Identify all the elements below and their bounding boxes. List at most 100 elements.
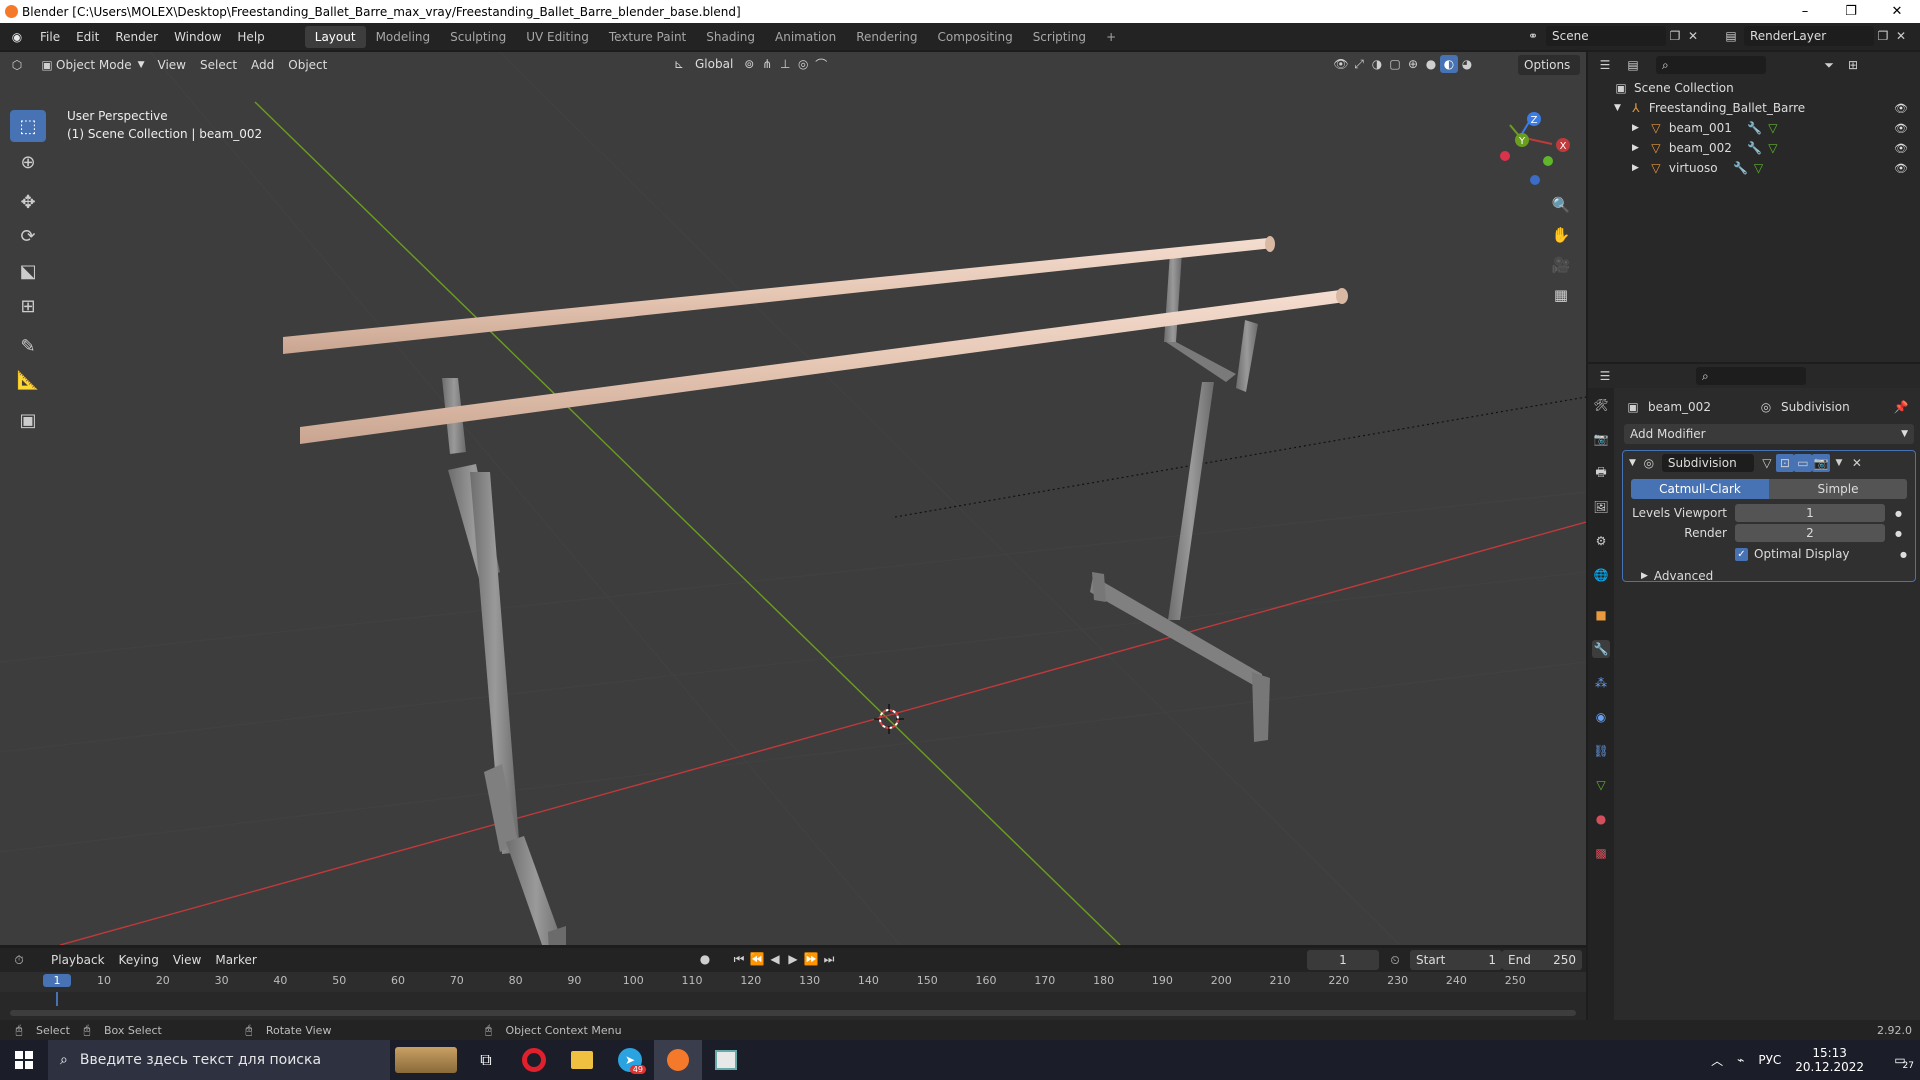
output-tab-icon[interactable]: 🖶 bbox=[1592, 464, 1610, 482]
snap-icon[interactable]: ⋔ bbox=[758, 55, 776, 73]
snap-increment-icon[interactable]: ⊥ bbox=[776, 55, 794, 73]
expand-arrow-icon[interactable]: ▶ bbox=[1632, 123, 1639, 133]
end-frame-field[interactable]: End 250 bbox=[1502, 950, 1582, 970]
jump-start-icon[interactable]: ⏮ bbox=[730, 950, 748, 968]
windows-start-button[interactable] bbox=[0, 1040, 48, 1080]
play-icon[interactable]: ▶ bbox=[784, 950, 802, 968]
simple-button[interactable]: Simple bbox=[1769, 479, 1907, 499]
timeline-scrollbar[interactable] bbox=[10, 1010, 1576, 1016]
task-view-icon[interactable]: ⧉ bbox=[462, 1040, 510, 1080]
keyframe-dot-icon[interactable]: ● bbox=[1895, 509, 1902, 518]
app-window-icon[interactable] bbox=[702, 1040, 750, 1080]
navigation-gizmo[interactable]: Z X Y bbox=[1500, 112, 1570, 185]
move-tool[interactable]: ✥ bbox=[10, 186, 46, 218]
tab-layout[interactable]: Layout bbox=[304, 25, 366, 48]
jump-end-icon[interactable]: ⏭ bbox=[820, 950, 838, 968]
gizmo-neg-z-icon[interactable] bbox=[1530, 175, 1540, 185]
cage-toggle-icon[interactable]: ⊡ bbox=[1775, 454, 1794, 472]
prev-keyframe-icon[interactable]: ⏪ bbox=[748, 950, 766, 968]
tab-modeling[interactable]: Modeling bbox=[366, 26, 441, 48]
eye-icon[interactable]: 👁 bbox=[1894, 102, 1908, 115]
view-layer-tab-icon[interactable]: 🖼 bbox=[1592, 498, 1610, 516]
outliner-scene-collection[interactable]: ▣ Scene Collection bbox=[1588, 78, 1920, 98]
file-explorer-icon[interactable] bbox=[558, 1040, 606, 1080]
zoom-icon[interactable]: 🔍 bbox=[1548, 192, 1574, 218]
display-mode-icon[interactable]: ▤ bbox=[1624, 56, 1642, 74]
timeline-menu-playback[interactable]: Playback bbox=[44, 951, 112, 969]
render-tab-icon[interactable]: 📷 bbox=[1592, 430, 1610, 448]
blender-taskbar-icon[interactable] bbox=[654, 1040, 702, 1080]
menu-edit[interactable]: Edit bbox=[68, 30, 107, 44]
outliner-object-row[interactable]: ▶ ▽ beam_002 🔧 ▽ 👁 bbox=[1588, 138, 1920, 158]
filter-icon[interactable]: ⏷ bbox=[1820, 56, 1838, 74]
object-mode-dropdown[interactable]: ▣ Object Mode ▼ bbox=[32, 55, 151, 75]
expand-arrow-icon[interactable]: ▼ bbox=[1614, 103, 1621, 113]
viewport-menu-select[interactable]: Select bbox=[193, 56, 244, 74]
world-tab-icon[interactable]: 🌐 bbox=[1592, 566, 1610, 584]
timeline-editor-icon[interactable]: ⏱ bbox=[10, 951, 28, 969]
eye-icon[interactable]: 👁 bbox=[1894, 142, 1908, 155]
properties-search-input[interactable]: ⌕ bbox=[1696, 367, 1806, 385]
tab-rendering[interactable]: Rendering bbox=[846, 26, 927, 48]
modifier-name-input[interactable]: Subdivision bbox=[1661, 454, 1754, 472]
transform-tool[interactable]: ⊞ bbox=[10, 290, 46, 322]
render-toggle-icon[interactable]: 📷 bbox=[1811, 454, 1830, 472]
optimal-display-checkbox[interactable]: ✓ bbox=[1735, 547, 1748, 561]
cursor-tool[interactable]: ⊕ bbox=[10, 146, 46, 178]
play-reverse-icon[interactable]: ◀ bbox=[766, 950, 784, 968]
modifier-menu-icon[interactable]: ▼ bbox=[1830, 454, 1848, 472]
gizmo-toggle-icon[interactable]: ⤢ bbox=[1350, 55, 1368, 73]
keyframe-dot-icon[interactable]: ● bbox=[1895, 529, 1902, 538]
properties-editor-icon[interactable]: ☰ bbox=[1596, 367, 1614, 385]
tab-compositing[interactable]: Compositing bbox=[927, 26, 1022, 48]
tab-shading[interactable]: Shading bbox=[696, 26, 765, 48]
render-layer-field[interactable]: RenderLayer bbox=[1744, 26, 1874, 46]
data-tab-icon[interactable]: ▽ bbox=[1592, 776, 1610, 794]
ortho-grid-icon[interactable]: ▦ bbox=[1548, 282, 1574, 308]
viewport-menu-object[interactable]: Object bbox=[281, 56, 334, 74]
outliner-collection-row[interactable]: ▼ ⅄ Freestanding_Ballet_Barre 👁 bbox=[1588, 98, 1920, 118]
wireframe-shading-icon[interactable]: ⊕ bbox=[1404, 55, 1422, 73]
notification-center-icon[interactable]: ▭ 27 bbox=[1880, 1053, 1920, 1071]
pin-icon[interactable]: 📌 bbox=[1892, 398, 1910, 416]
gizmo-neg-x-icon[interactable] bbox=[1500, 151, 1510, 161]
constraints-tab-icon[interactable]: ⛓ bbox=[1592, 742, 1610, 760]
new-collection-icon[interactable]: ⊞ bbox=[1844, 56, 1862, 74]
timeline-menu-marker[interactable]: Marker bbox=[208, 951, 263, 969]
timeline-menu-view[interactable]: View bbox=[166, 951, 208, 969]
annotate-tool[interactable]: ✎ bbox=[10, 330, 46, 362]
catmull-clark-button[interactable]: Catmull-Clark bbox=[1631, 479, 1769, 499]
clock-icon[interactable]: ⏲ bbox=[1386, 951, 1404, 969]
camera-view-icon[interactable]: 🎥 bbox=[1548, 252, 1574, 278]
editor-type-icon[interactable]: ⬡ bbox=[8, 56, 26, 74]
eye-icon[interactable]: 👁 bbox=[1894, 122, 1908, 135]
scene-selector-icon[interactable]: ⚭ bbox=[1524, 27, 1542, 45]
render-levels-field[interactable]: 2 bbox=[1735, 524, 1885, 542]
modifier-tab-icon[interactable]: 🔧 bbox=[1592, 640, 1610, 658]
close-button[interactable]: ✕ bbox=[1874, 0, 1920, 23]
menu-file[interactable]: File bbox=[32, 30, 68, 44]
texture-tab-icon[interactable]: ▩ bbox=[1592, 844, 1610, 862]
timeline-ruler[interactable]: 1 10 20 30 40 50 60 70 80 90 100 110 120 130 140 150 160… bbox=[0, 972, 1586, 1020]
minimize-button[interactable]: – bbox=[1782, 0, 1828, 23]
outliner-editor-icon[interactable]: ☰ bbox=[1596, 56, 1614, 74]
tray-chevron-up-icon[interactable]: ︿ bbox=[1711, 1052, 1723, 1069]
clock[interactable]: 15:13 20.12.2022 bbox=[1795, 1046, 1864, 1074]
outliner-search-input[interactable]: ⌕ bbox=[1656, 56, 1766, 74]
taskbar-search-box[interactable]: ⌕ Введите здесь текст для поиска bbox=[48, 1040, 390, 1080]
menu-window[interactable]: Window bbox=[166, 30, 229, 44]
new-scene-icon[interactable]: ❐ bbox=[1666, 27, 1684, 45]
scene-tab-icon[interactable]: ⚙ bbox=[1592, 532, 1610, 550]
menu-render[interactable]: Render bbox=[107, 30, 166, 44]
add-cube-tool[interactable]: ▣ bbox=[10, 404, 46, 436]
falloff-icon[interactable]: ⌒ bbox=[812, 55, 830, 73]
current-frame-marker[interactable]: 1 bbox=[43, 974, 71, 987]
rotate-tool[interactable]: ⟳ bbox=[10, 220, 46, 252]
language-indicator[interactable]: РУС bbox=[1758, 1053, 1781, 1067]
material-shading-icon[interactable]: ◐ bbox=[1440, 55, 1458, 73]
maximize-button[interactable]: ❐ bbox=[1828, 0, 1874, 23]
tab-uv-editing[interactable]: UV Editing bbox=[516, 26, 599, 48]
search-highlight-image[interactable] bbox=[390, 1040, 462, 1080]
tool-tab-icon[interactable]: 🛠 bbox=[1592, 396, 1610, 414]
network-icon[interactable]: ⌁ bbox=[1737, 1053, 1744, 1067]
